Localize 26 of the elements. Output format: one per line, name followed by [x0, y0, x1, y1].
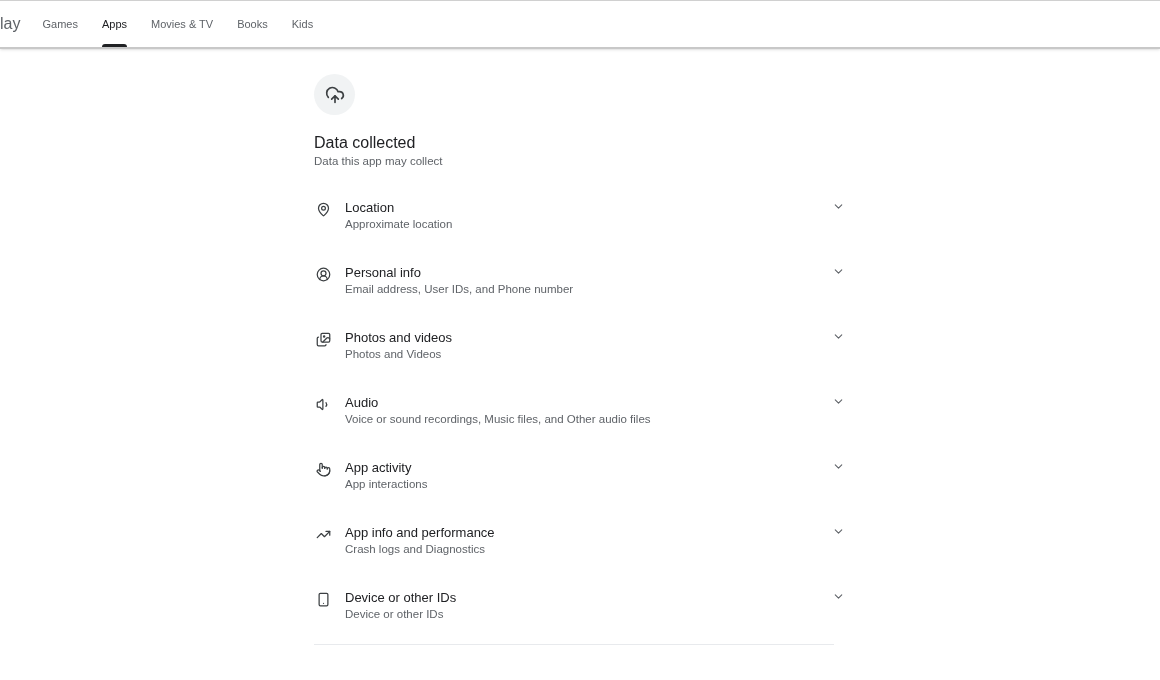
item-detail: Device or other IDs: [345, 607, 445, 622]
item-title: App info and performance: [345, 524, 496, 541]
item-title: Location: [345, 199, 396, 216]
item-title: Device or other IDs: [345, 589, 458, 606]
item-detail: Email address, User IDs, and Phone number: [345, 282, 575, 297]
item-title: App activity: [345, 459, 413, 476]
cloud-upload-icon: [314, 74, 355, 115]
photos-icon: [314, 330, 332, 348]
item-title: Personal info: [345, 264, 422, 281]
item-detail: App interactions: [345, 477, 429, 492]
item-detail: Crash logs and Diagnostics: [345, 542, 486, 557]
person-circle-icon: [314, 265, 332, 283]
logo-text: lay: [0, 14, 21, 34]
section-title: Data collected: [314, 133, 417, 153]
nav-tab[interactable]: Kids: [291, 1, 314, 47]
section-subtitle: Data this app may collect: [314, 154, 444, 169]
item-title: Audio: [345, 394, 380, 411]
hand-pointer-icon: [314, 460, 332, 478]
nav-tab[interactable]: Apps: [101, 1, 127, 47]
nav-tab[interactable]: Games: [42, 1, 78, 47]
item-detail: Photos and Videos: [345, 347, 443, 362]
item-detail: Approximate location: [345, 217, 454, 232]
nav-tab[interactable]: Books: [237, 1, 268, 47]
item-title: Photos and videos: [345, 329, 453, 346]
item-detail: Voice or sound recordings, Music files, and Other audio files: [345, 412, 652, 427]
nav-tab[interactable]: Movies & TV: [151, 1, 214, 47]
